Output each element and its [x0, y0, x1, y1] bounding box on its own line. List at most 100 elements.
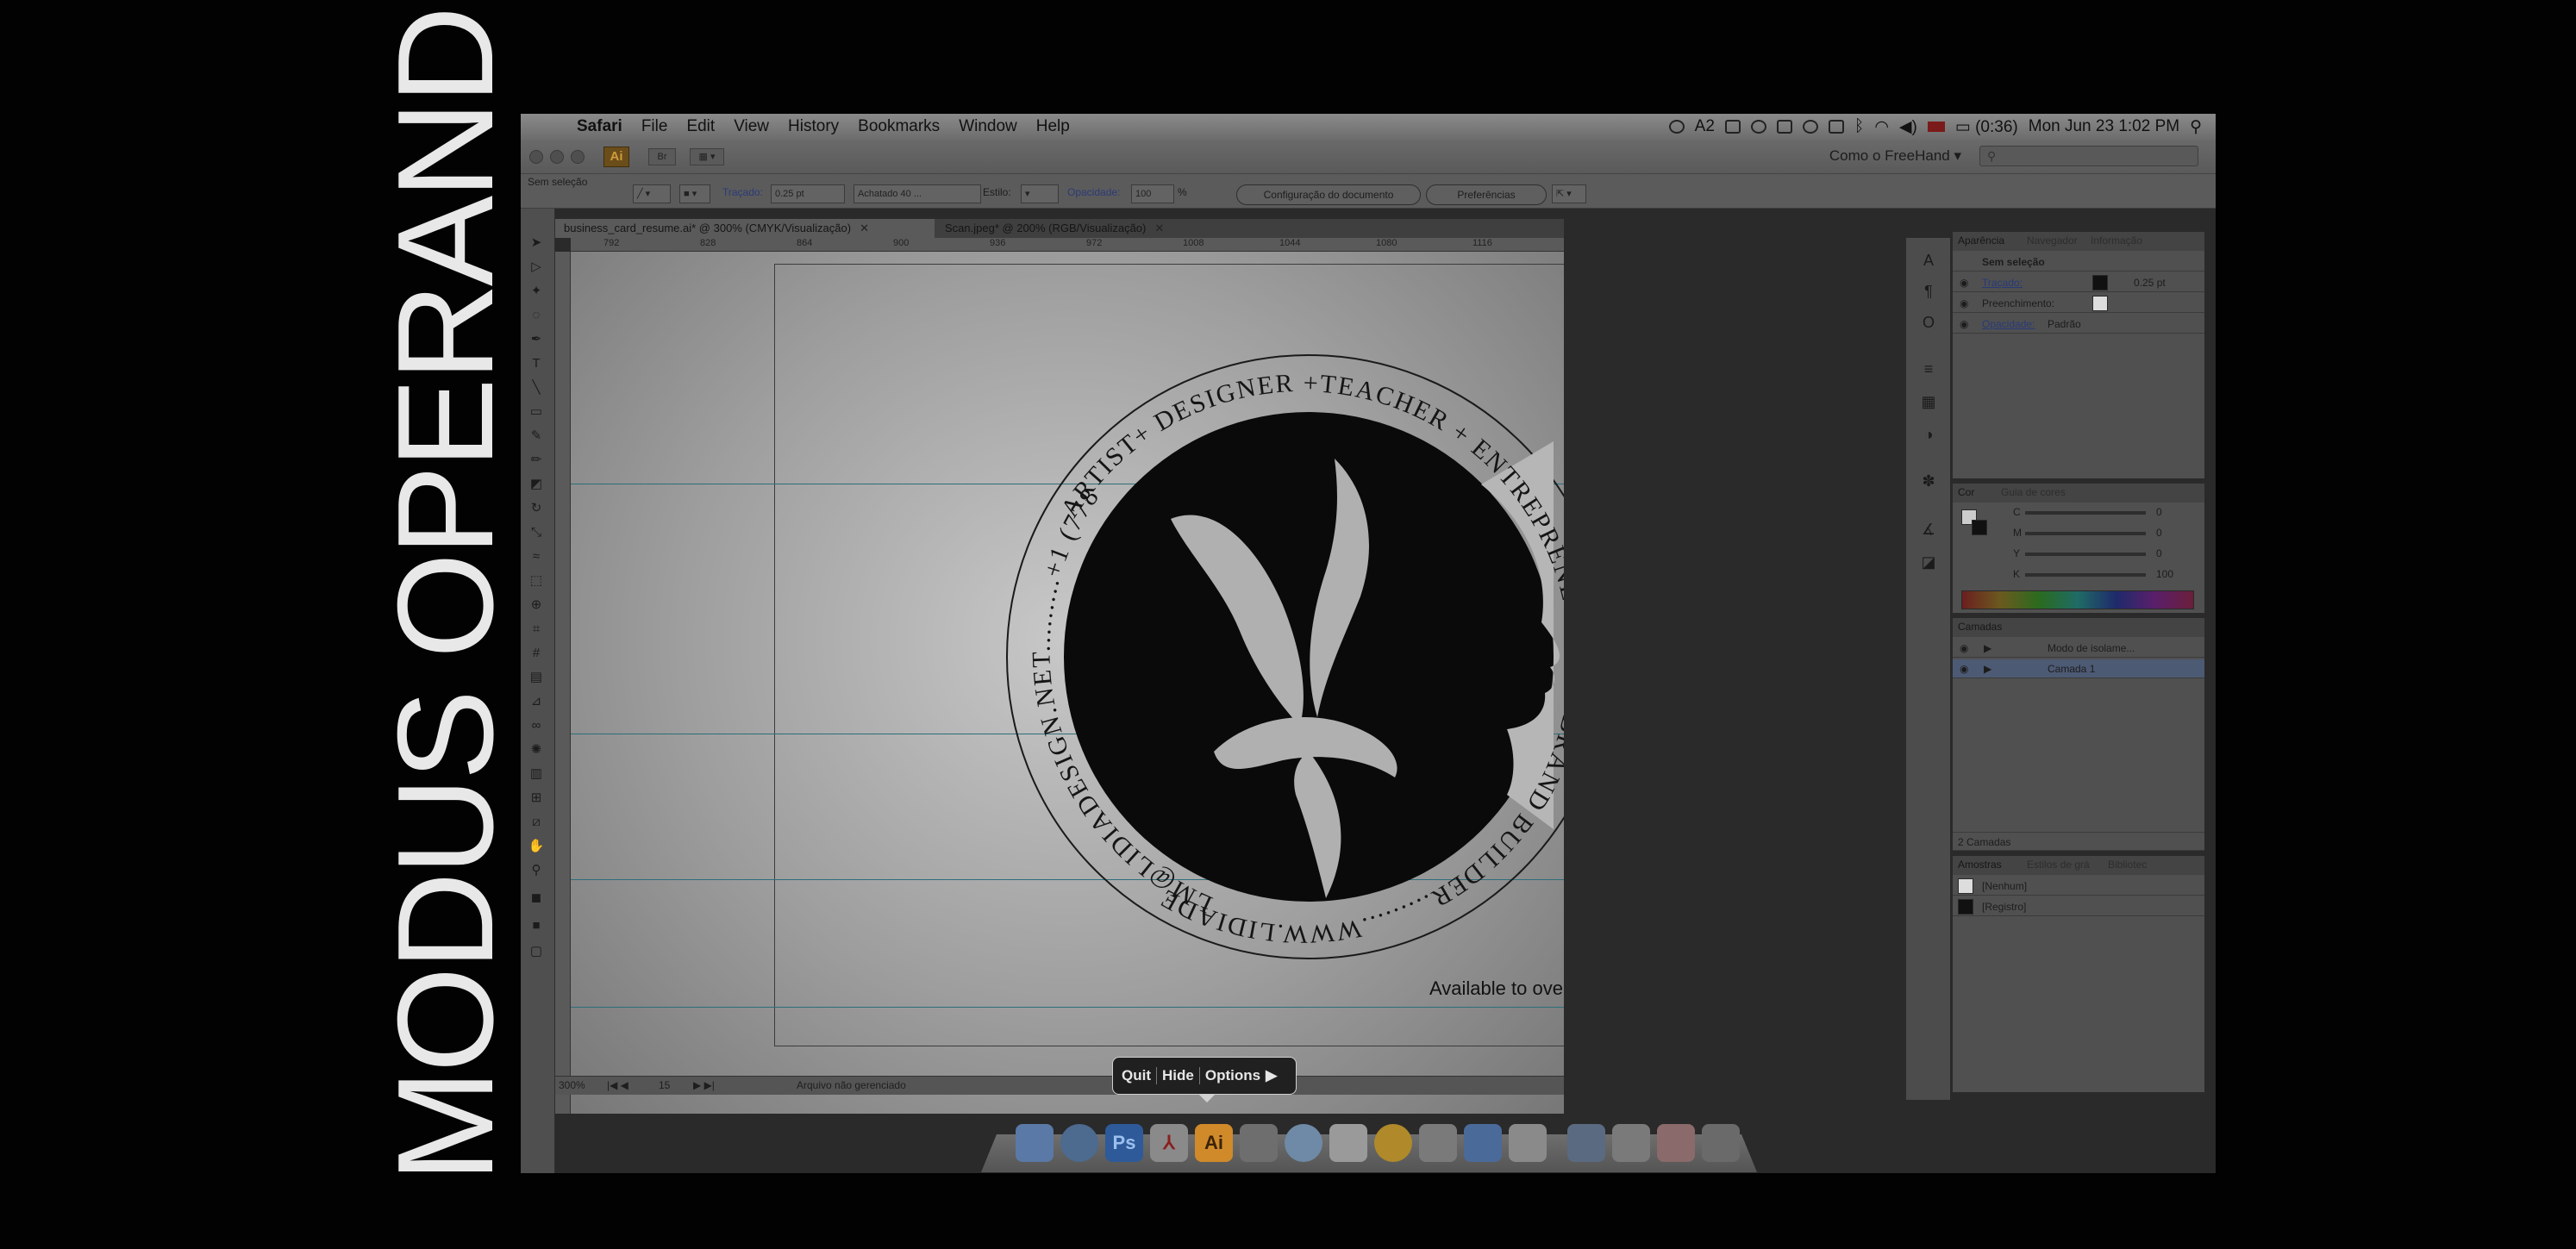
finder-icon[interactable] [1016, 1124, 1054, 1162]
artboard-nav-next[interactable]: ▶ ▶| [693, 1079, 715, 1091]
minimize-window-button[interactable] [550, 150, 564, 164]
menu-history[interactable]: History [778, 117, 848, 136]
pencil-tool-icon[interactable]: ✏ [528, 452, 545, 469]
lasso-tool-icon[interactable]: ◌ [528, 307, 545, 324]
artboard-nav-arrows[interactable]: |◀ ◀ [607, 1079, 628, 1091]
calculator-icon[interactable] [1329, 1124, 1367, 1162]
opacity-label[interactable]: Opacidade: [1067, 186, 1120, 198]
visibility-eye-icon[interactable]: ◉ [1960, 277, 1968, 289]
expand-arrow-icon[interactable]: ▶ [1984, 663, 1991, 675]
channel-k-value[interactable]: 100 [2156, 568, 2173, 580]
document-setup-button[interactable]: Configuração do documento [1236, 184, 1421, 205]
direct-selection-tool-icon[interactable]: ▷ [528, 259, 545, 276]
blend-tool-icon[interactable]: ∞ [528, 717, 545, 734]
stroke-panel-icon[interactable]: ≡ [1918, 359, 1939, 379]
visibility-eye-icon[interactable]: ◉ [1960, 318, 1968, 330]
appearance-fill-row[interactable]: ◉ Preenchimento: [1953, 294, 2204, 313]
align-options-button[interactable]: ⇱ ▾ [1552, 184, 1586, 203]
mesh-tool-icon[interactable]: # [528, 645, 545, 662]
color-mode-icon[interactable]: ■ [528, 917, 545, 934]
channel-c-slider[interactable] [2025, 511, 2146, 515]
eraser-tool-icon[interactable]: ◩ [528, 476, 545, 493]
shape-builder-tool-icon[interactable]: ⊕ [528, 596, 545, 614]
layer-row-selected[interactable]: ◉ ▶ Camada 1 [1953, 659, 2204, 678]
swatch-name[interactable]: [Nenhum] [1982, 880, 2027, 892]
perspective-grid-tool-icon[interactable]: ⌗ [528, 621, 545, 638]
tab-business-card[interactable]: business_card_resume.ai* @ 300% (CMYK/Vi… [555, 219, 935, 238]
warp-tool-icon[interactable]: ≈ [528, 548, 545, 565]
arrange-documents-button[interactable]: ▦ ▾ [690, 148, 724, 165]
magic-wand-tool-icon[interactable]: ✦ [528, 283, 545, 300]
page-number-input[interactable]: 15 [659, 1079, 670, 1091]
color-fill-indicator[interactable] [1972, 520, 1987, 535]
illustrator-dock-icon[interactable]: Ai [1195, 1124, 1233, 1162]
dreamweaver-icon[interactable] [1464, 1124, 1502, 1162]
trash-icon[interactable] [1702, 1124, 1740, 1162]
opacity-input[interactable]: 100 [1131, 184, 1174, 203]
layer-name[interactable]: Modo de isolame... [2048, 642, 2135, 654]
appearance-opacity-row[interactable]: ◉ Opacidade: Padrão [1953, 315, 2204, 334]
expand-arrow-icon[interactable]: ▶ [1984, 642, 1991, 654]
channel-y-value[interactable]: 0 [2156, 547, 2162, 559]
fill-stroke-swatch-icon[interactable]: ◼ [528, 890, 545, 907]
opentype-panel-icon[interactable]: O [1918, 312, 1939, 333]
textedit-icon[interactable] [1509, 1124, 1547, 1162]
wifi-icon[interactable]: ◠ [1874, 117, 1889, 137]
tab-libraries[interactable]: Bibliotec [2108, 859, 2147, 871]
visibility-eye-icon[interactable]: ◉ [1960, 642, 1968, 654]
safari-dock-icon[interactable] [1060, 1124, 1098, 1162]
visibility-eye-icon[interactable]: ◉ [1960, 663, 1968, 675]
browser-icon[interactable] [1285, 1124, 1322, 1162]
channel-k-slider[interactable] [2025, 573, 2146, 577]
zoom-tool-icon[interactable]: ⚲ [528, 862, 545, 879]
adobe-status[interactable]: A2 [1695, 117, 1715, 136]
menu-window[interactable]: Window [949, 117, 1027, 136]
brushes-panel-icon[interactable]: ∡ [1918, 519, 1939, 540]
stroke-swatch[interactable] [2092, 275, 2108, 290]
graph-tool-icon[interactable]: ▥ [528, 765, 545, 783]
channel-m-value[interactable]: 0 [2156, 527, 2162, 539]
channel-y-slider[interactable] [2025, 553, 2146, 556]
preview-icon[interactable] [1419, 1124, 1457, 1162]
appearance-stroke-row[interactable]: ◉ Traçado: 0.25 pt [1953, 273, 2204, 292]
tab-layers[interactable]: Camadas [1958, 621, 2002, 633]
rotate-tool-icon[interactable]: ↻ [528, 500, 545, 517]
hide-button[interactable]: Hide [1162, 1067, 1194, 1084]
vertical-ruler[interactable] [555, 252, 571, 1114]
applications-folder-icon[interactable] [1567, 1124, 1605, 1162]
rectangle-tool-icon[interactable]: ▭ [528, 403, 545, 421]
fill-none-swatch[interactable] [2092, 296, 2108, 311]
zoom-window-button[interactable] [571, 150, 585, 164]
menu-edit[interactable]: Edit [677, 117, 724, 136]
color-spectrum-bar[interactable] [1961, 590, 2194, 609]
artboard-tool-icon[interactable]: ⊞ [528, 790, 545, 807]
variable-width-profile[interactable]: Achatado 40 ... [853, 184, 981, 203]
character-panel-icon[interactable]: A [1918, 250, 1939, 271]
downloads-folder-icon[interactable] [1657, 1124, 1695, 1162]
system-preferences-icon[interactable] [1240, 1124, 1278, 1162]
display-icon[interactable] [1828, 120, 1844, 134]
tab-appearance[interactable]: Aparência [1958, 234, 2004, 247]
channel-c-value[interactable]: 0 [2156, 506, 2162, 518]
visibility-eye-icon[interactable]: ◉ [1960, 297, 1968, 309]
tab-color-guide[interactable]: Guia de cores [2001, 486, 2066, 498]
bluetooth-icon[interactable]: ᛒ [1854, 117, 1864, 136]
document-canvas[interactable]: ARTIST+ DESIGNER +TEACHER + ENTREPRENEUR… [571, 252, 1564, 1114]
tab-navigator[interactable]: Navegador [2027, 234, 2078, 247]
selection-tool-icon[interactable]: ➤ [528, 234, 545, 252]
horizontal-ruler[interactable]: 792 828 864 900 936 972 1008 1044 1080 1… [571, 238, 1564, 252]
menu-bookmarks[interactable]: Bookmarks [848, 117, 949, 136]
ring-app-icon[interactable] [1374, 1124, 1412, 1162]
options-button[interactable]: Options [1205, 1067, 1260, 1084]
eyedropper-tool-icon[interactable]: ⊿ [528, 693, 545, 710]
preferences-button[interactable]: Preferências [1426, 184, 1547, 205]
channel-m-slider[interactable] [2025, 532, 2146, 535]
appearance-stroke[interactable]: Traçado: [1982, 277, 2023, 289]
photoshop-icon[interactable]: Ps [1105, 1124, 1143, 1162]
menu-help[interactable]: Help [1027, 117, 1079, 136]
sync-icon[interactable] [1668, 120, 1685, 134]
tab-swatches[interactable]: Amostras [1958, 859, 2002, 871]
appearance-fill[interactable]: Preenchimento: [1982, 297, 2054, 309]
fill-color-swatch[interactable]: ■ ▾ [679, 184, 710, 203]
swatch-row[interactable]: [Registro] [1953, 897, 2204, 916]
